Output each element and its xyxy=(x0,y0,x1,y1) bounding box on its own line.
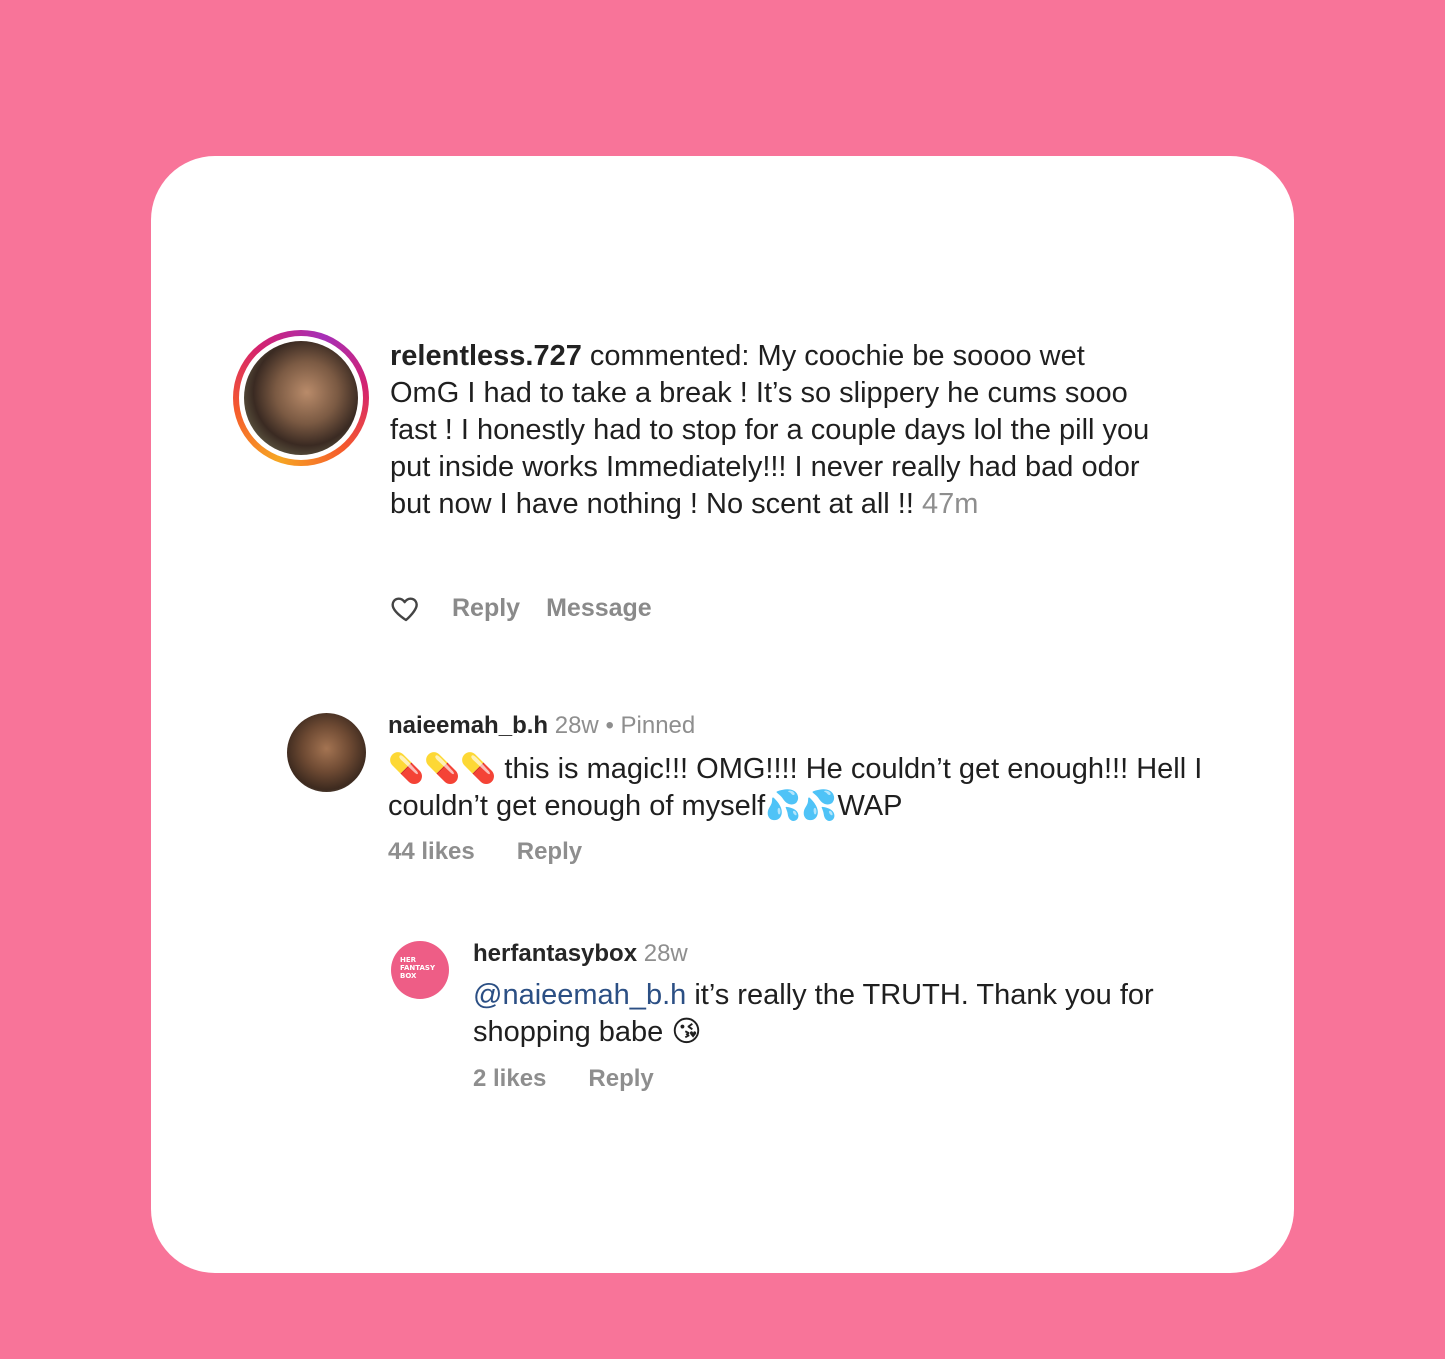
notification-message-button[interactable]: Message xyxy=(546,594,652,623)
comment-meta: naieemah_b.h 28w • Pinned xyxy=(388,711,695,741)
comment-body-part2: WAP xyxy=(837,790,903,822)
notification-avatar[interactable] xyxy=(233,330,369,466)
notification-reply-button[interactable]: Reply xyxy=(452,594,520,623)
kiss-emoji: 😘 xyxy=(671,1014,702,1048)
comment-avatar[interactable] xyxy=(287,713,366,792)
notification-actions: Reply Message xyxy=(390,588,652,628)
notification-time: 47m xyxy=(922,488,979,520)
notification-text: relentless.727 commented: My coochie be … xyxy=(390,338,1150,523)
reply-likes[interactable]: 2 likes xyxy=(473,1065,546,1093)
reply-username[interactable]: herfantasybox xyxy=(473,940,637,967)
comment-time: 28w xyxy=(554,712,599,739)
reply-reply-button[interactable]: Reply xyxy=(588,1065,653,1093)
avatar-photo xyxy=(244,341,358,455)
reply-meta: herfantasybox 28w xyxy=(473,939,688,969)
comment-text: 💊💊💊 this is magic!!! OMG!!!! He couldn’t… xyxy=(388,750,1208,824)
reply-time: 28w xyxy=(643,940,688,967)
reply-text: @naieemah_b.h it’s really the TRUTH. Tha… xyxy=(473,977,1193,1050)
heart-outline-icon[interactable] xyxy=(390,592,422,624)
comment-separator: • xyxy=(605,712,614,739)
reply-mention-link[interactable]: @naieemah_b.h xyxy=(473,979,686,1011)
comment-likes[interactable]: 44 likes xyxy=(388,838,475,866)
comment-actions: 44 likes Reply xyxy=(388,838,582,866)
sweat-droplets-emoji: 💦💦 xyxy=(765,788,838,822)
comment-username[interactable]: naieemah_b.h xyxy=(388,712,548,739)
comment-reply-button[interactable]: Reply xyxy=(517,838,582,866)
pill-emoji: 💊💊💊 xyxy=(388,751,497,785)
notification-username[interactable]: relentless.727 xyxy=(390,340,582,372)
reply-avatar-logo-text: HER FANTASY BOX xyxy=(400,956,436,980)
reply-avatar[interactable]: HER FANTASY BOX xyxy=(391,941,449,999)
comment-pinned-label: Pinned xyxy=(620,712,696,739)
reply-actions: 2 likes Reply xyxy=(473,1065,654,1093)
